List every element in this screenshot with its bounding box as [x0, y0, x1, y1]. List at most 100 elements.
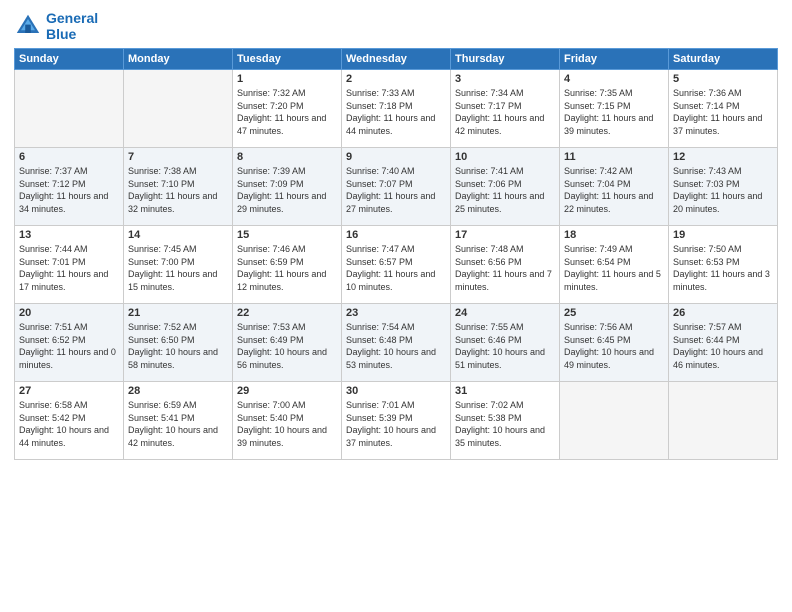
day-info: Sunrise: 7:43 AMSunset: 7:03 PMDaylight:… — [673, 165, 773, 215]
day-info: Sunrise: 7:54 AMSunset: 6:48 PMDaylight:… — [346, 321, 446, 371]
day-number: 28 — [128, 385, 228, 397]
day-number: 16 — [346, 229, 446, 241]
day-cell — [669, 382, 778, 460]
day-info: Sunrise: 7:37 AMSunset: 7:12 PMDaylight:… — [19, 165, 119, 215]
day-info: Sunrise: 7:34 AMSunset: 7:17 PMDaylight:… — [455, 87, 555, 137]
day-number: 19 — [673, 229, 773, 241]
day-cell: 2 Sunrise: 7:33 AMSunset: 7:18 PMDaylight… — [342, 70, 451, 148]
day-cell: 5Sunrise: 7:36 AMSunset: 7:14 PMDaylight… — [669, 70, 778, 148]
day-number: 15 — [237, 229, 337, 241]
header-day-saturday: Saturday — [669, 49, 778, 70]
day-number: 5 — [673, 73, 773, 85]
day-number: 3 — [455, 73, 555, 85]
day-cell: 25Sunrise: 7:56 AMSunset: 6:45 PMDayligh… — [560, 304, 669, 382]
day-number: 2 — [346, 73, 446, 85]
day-cell — [560, 382, 669, 460]
day-cell: 29Sunrise: 7:00 AMSunset: 5:40 PMDayligh… — [233, 382, 342, 460]
day-cell: 15 Sunrise: 7:46 AMSunset: 6:59 PMDayligh… — [233, 226, 342, 304]
day-cell: 3 Sunrise: 7:34 AMSunset: 7:17 PMDaylight… — [451, 70, 560, 148]
day-number: 1 — [237, 73, 337, 85]
week-row-4: 20 Sunrise: 7:51 AMSunset: 6:52 PMDayligh… — [15, 304, 778, 382]
day-info: Sunrise: 7:33 AMSunset: 7:18 PMDaylight:… — [346, 87, 446, 137]
week-row-5: 27 Sunrise: 6:58 AMSunset: 5:42 PMDayligh… — [15, 382, 778, 460]
calendar-table: SundayMondayTuesdayWednesdayThursdayFrid… — [14, 48, 778, 460]
day-number: 18 — [564, 229, 664, 241]
calendar-page: General Blue SundayMondayTuesdayWednesda… — [0, 0, 792, 612]
day-number: 24 — [455, 307, 555, 319]
day-cell: 23 Sunrise: 7:54 AMSunset: 6:48 PMDayligh… — [342, 304, 451, 382]
day-info: Sunrise: 6:58 AMSunset: 5:42 PMDaylight:… — [19, 399, 119, 449]
day-cell: 6 Sunrise: 7:37 AMSunset: 7:12 PMDaylight… — [15, 148, 124, 226]
header-day-monday: Monday — [124, 49, 233, 70]
day-number: 30 — [346, 385, 446, 397]
day-info: Sunrise: 7:49 AMSunset: 6:54 PMDaylight:… — [564, 243, 664, 293]
day-cell: 24 Sunrise: 7:55 AMSunset: 6:46 PMDayligh… — [451, 304, 560, 382]
week-row-2: 6 Sunrise: 7:37 AMSunset: 7:12 PMDaylight… — [15, 148, 778, 226]
day-number: 6 — [19, 151, 119, 163]
day-info: Sunrise: 7:57 AMSunset: 6:44 PMDaylight:… — [673, 321, 773, 371]
day-cell: 4 Sunrise: 7:35 AMSunset: 7:15 PMDaylight… — [560, 70, 669, 148]
day-info: Sunrise: 6:59 AMSunset: 5:41 PMDaylight:… — [128, 399, 228, 449]
day-number: 17 — [455, 229, 555, 241]
week-row-1: 1 Sunrise: 7:32 AMSunset: 7:20 PMDaylight… — [15, 70, 778, 148]
day-info: Sunrise: 7:55 AMSunset: 6:46 PMDaylight:… — [455, 321, 555, 371]
day-cell: 27 Sunrise: 6:58 AMSunset: 5:42 PMDayligh… — [15, 382, 124, 460]
day-info: Sunrise: 7:41 AMSunset: 7:06 PMDaylight:… — [455, 165, 555, 215]
day-cell — [15, 70, 124, 148]
day-number: 13 — [19, 229, 119, 241]
day-cell: 17 Sunrise: 7:48 AMSunset: 6:56 PMDayligh… — [451, 226, 560, 304]
day-cell: 10 Sunrise: 7:41 AMSunset: 7:06 PMDayligh… — [451, 148, 560, 226]
day-info: Sunrise: 7:52 AMSunset: 6:50 PMDaylight:… — [128, 321, 228, 371]
day-info: Sunrise: 7:46 AMSunset: 6:59 PMDaylight:… — [237, 243, 337, 293]
day-info: Sunrise: 7:01 AMSunset: 5:39 PMDaylight:… — [346, 399, 446, 449]
day-info: Sunrise: 7:35 AMSunset: 7:15 PMDaylight:… — [564, 87, 664, 137]
day-info: Sunrise: 7:38 AMSunset: 7:10 PMDaylight:… — [128, 165, 228, 215]
day-cell: 12 Sunrise: 7:43 AMSunset: 7:03 PMDayligh… — [669, 148, 778, 226]
day-number: 11 — [564, 151, 664, 163]
day-number: 23 — [346, 307, 446, 319]
logo-text: General Blue — [46, 10, 98, 42]
day-number: 14 — [128, 229, 228, 241]
day-info: Sunrise: 7:42 AMSunset: 7:04 PMDaylight:… — [564, 165, 664, 215]
day-number: 10 — [455, 151, 555, 163]
day-cell: 21 Sunrise: 7:52 AMSunset: 6:50 PMDayligh… — [124, 304, 233, 382]
day-number: 31 — [455, 385, 555, 397]
day-cell: 20 Sunrise: 7:51 AMSunset: 6:52 PMDayligh… — [15, 304, 124, 382]
header-day-sunday: Sunday — [15, 49, 124, 70]
day-info: Sunrise: 7:51 AMSunset: 6:52 PMDaylight:… — [19, 321, 119, 371]
day-cell: 8Sunrise: 7:39 AMSunset: 7:09 PMDaylight… — [233, 148, 342, 226]
day-number: 22 — [237, 307, 337, 319]
day-info: Sunrise: 7:02 AMSunset: 5:38 PMDaylight:… — [455, 399, 555, 449]
day-cell: 19 Sunrise: 7:50 AMSunset: 6:53 PMDayligh… — [669, 226, 778, 304]
day-cell — [124, 70, 233, 148]
day-info: Sunrise: 7:48 AMSunset: 6:56 PMDaylight:… — [455, 243, 555, 293]
day-info: Sunrise: 7:32 AMSunset: 7:20 PMDaylight:… — [237, 87, 337, 137]
day-cell: 1 Sunrise: 7:32 AMSunset: 7:20 PMDaylight… — [233, 70, 342, 148]
day-cell: 30 Sunrise: 7:01 AMSunset: 5:39 PMDayligh… — [342, 382, 451, 460]
day-info: Sunrise: 7:00 AMSunset: 5:40 PMDaylight:… — [237, 399, 337, 449]
week-row-3: 13Sunrise: 7:44 AMSunset: 7:01 PMDayligh… — [15, 226, 778, 304]
day-cell: 7 Sunrise: 7:38 AMSunset: 7:10 PMDaylight… — [124, 148, 233, 226]
day-info: Sunrise: 7:39 AMSunset: 7:09 PMDaylight:… — [237, 165, 337, 215]
day-number: 7 — [128, 151, 228, 163]
header-day-friday: Friday — [560, 49, 669, 70]
day-number: 12 — [673, 151, 773, 163]
day-cell: 26Sunrise: 7:57 AMSunset: 6:44 PMDayligh… — [669, 304, 778, 382]
day-info: Sunrise: 7:50 AMSunset: 6:53 PMDaylight:… — [673, 243, 773, 293]
header-day-tuesday: Tuesday — [233, 49, 342, 70]
day-number: 9 — [346, 151, 446, 163]
day-info: Sunrise: 7:40 AMSunset: 7:07 PMDaylight:… — [346, 165, 446, 215]
day-number: 25 — [564, 307, 664, 319]
day-info: Sunrise: 7:53 AMSunset: 6:49 PMDaylight:… — [237, 321, 337, 371]
day-cell: 18 Sunrise: 7:49 AMSunset: 6:54 PMDayligh… — [560, 226, 669, 304]
day-cell: 13Sunrise: 7:44 AMSunset: 7:01 PMDayligh… — [15, 226, 124, 304]
day-number: 21 — [128, 307, 228, 319]
day-cell: 16Sunrise: 7:47 AMSunset: 6:57 PMDayligh… — [342, 226, 451, 304]
day-number: 27 — [19, 385, 119, 397]
header: General Blue — [14, 10, 778, 42]
day-number: 20 — [19, 307, 119, 319]
logo-area: General Blue — [14, 10, 98, 42]
day-cell: 28 Sunrise: 6:59 AMSunset: 5:41 PMDayligh… — [124, 382, 233, 460]
day-cell: 22 Sunrise: 7:53 AMSunset: 6:49 PMDayligh… — [233, 304, 342, 382]
day-number: 4 — [564, 73, 664, 85]
